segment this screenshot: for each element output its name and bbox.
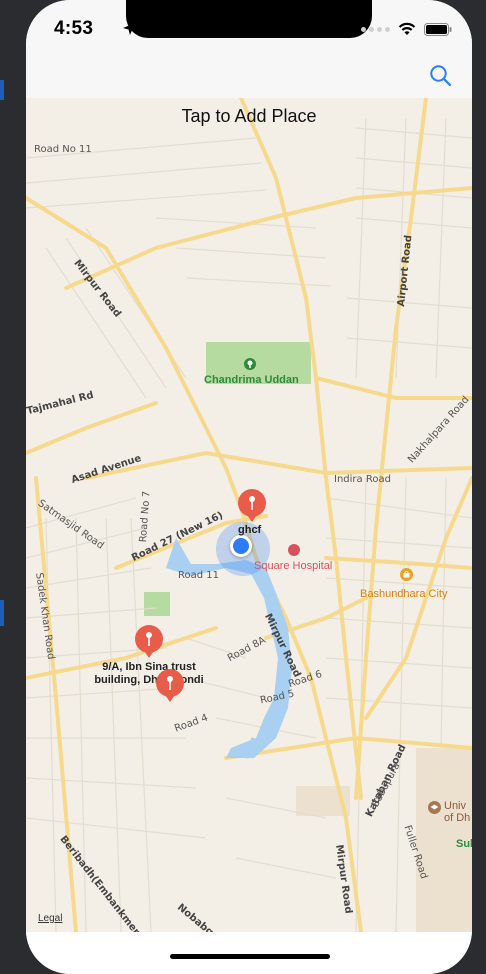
legal-link[interactable]: Legal (38, 913, 62, 924)
map-label-road-11: Road 11 (178, 570, 219, 581)
notch (126, 0, 372, 38)
navigation-bar (26, 56, 472, 99)
status-icons (361, 22, 452, 36)
university-icon (428, 801, 441, 814)
home-indicator[interactable] (170, 954, 330, 959)
hospital-icon (288, 544, 300, 556)
pin-title: ghcf (238, 524, 262, 536)
map-label-sub: Sub (456, 838, 472, 850)
bottom-safe-area (26, 932, 472, 974)
map-pin[interactable] (133, 624, 165, 664)
map-label-indira-road: Indira Road (334, 474, 391, 485)
status-time: 4:53 (54, 18, 94, 39)
search-icon[interactable] (428, 63, 454, 89)
park-icon (244, 358, 256, 370)
map-pin[interactable] (154, 668, 186, 708)
map-label-bashundhara-city: Bashundhara City (360, 588, 448, 600)
status-bar: 4:53 (26, 0, 472, 56)
battery-icon (424, 22, 452, 36)
map-pin[interactable] (236, 488, 268, 528)
wifi-icon (398, 22, 416, 35)
map-label-road-no-11: Road No 11 (34, 144, 92, 155)
signal-dots-icon (361, 26, 390, 32)
phone-screen: 4:53 Tap to Add Place Road No 11 Mirpur … (26, 0, 472, 974)
shopping-icon (400, 568, 413, 581)
tap-to-add-hint: Tap to Add Place (181, 106, 317, 126)
map-view[interactable]: Tap to Add Place Road No 11 Mirpur Road … (26, 98, 472, 932)
map-label-university: Univ of Dh (444, 800, 471, 824)
map-label-chandrima-uddan: Chandrima Uddan (204, 374, 299, 386)
location-arrow-icon (123, 23, 135, 35)
pin-title: 9/A, Ibn Sina trust building, Dhanmondi (94, 661, 204, 686)
user-location-dot[interactable] (230, 535, 252, 557)
